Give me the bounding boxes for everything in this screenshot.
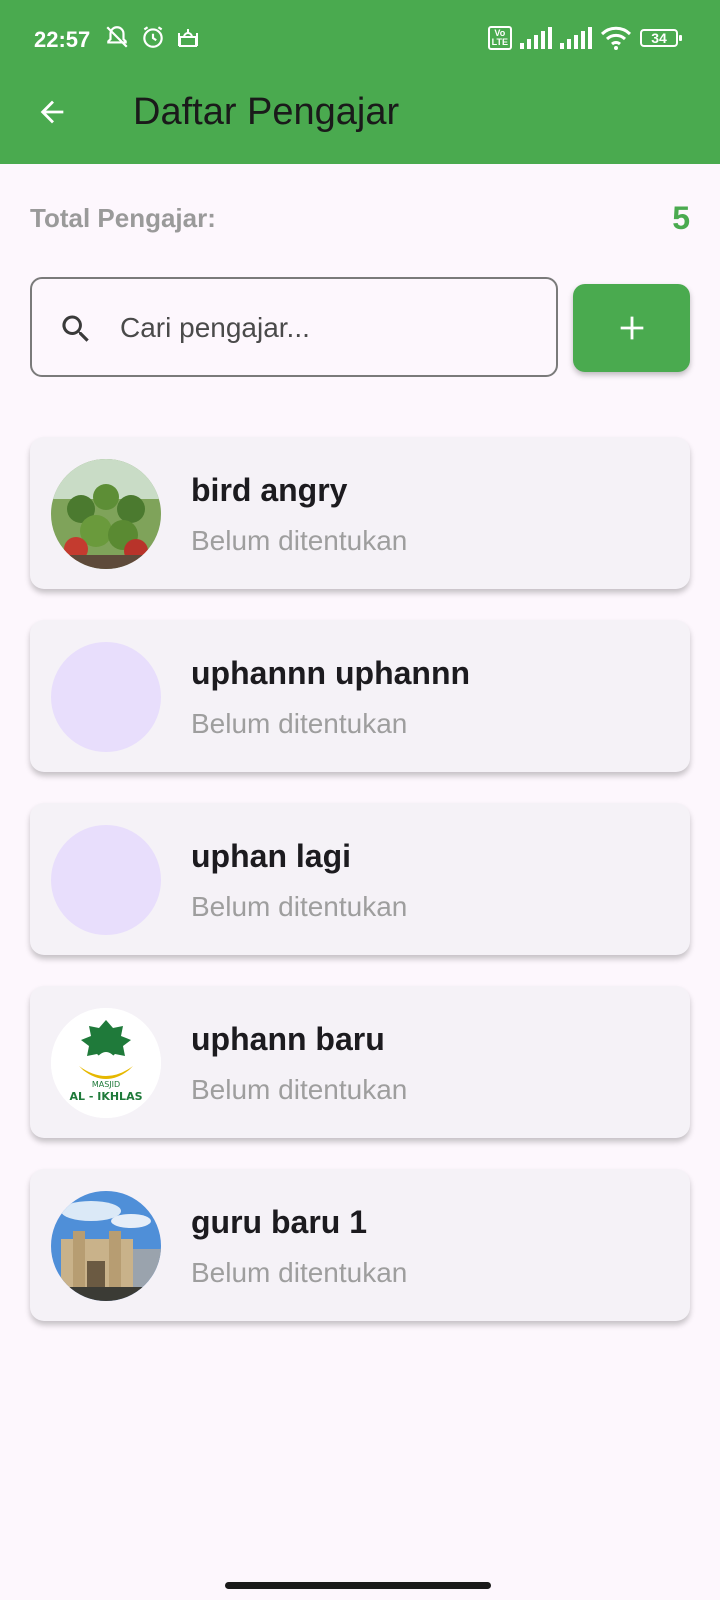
teacher-name: uphann baru <box>191 1021 385 1057</box>
volte-icon: Vo LTE <box>487 26 512 50</box>
search-input[interactable] <box>118 299 542 357</box>
total-value: 5 <box>672 200 690 236</box>
teacher-name: guru baru 1 <box>191 1204 368 1240</box>
teacher-card[interactable]: bird angry Belum ditentukan <box>30 437 690 589</box>
teacher-card[interactable]: uphannn uphannn Belum ditentukan <box>30 620 690 772</box>
avatar-bird-angry <box>51 459 161 569</box>
teacher-card[interactable]: uphan lagi Belum ditentukan <box>30 803 690 955</box>
back-button[interactable] <box>28 88 76 136</box>
search-box[interactable] <box>30 277 558 377</box>
status-right-icons: Vo LTE 34 <box>487 26 682 50</box>
wifi-icon <box>600 26 632 50</box>
teacher-card[interactable]: MASJID AL - IKHLAS uphann baru Belum dit… <box>30 986 690 1138</box>
battery-level: 34 <box>651 30 667 46</box>
logo-text-masjid: MASJID <box>92 1080 120 1089</box>
logo-text-al-ikhlas: AL - IKHLAS <box>69 1090 142 1103</box>
teacher-subtitle: Belum ditentukan <box>191 1074 408 1105</box>
teacher-card[interactable]: guru baru 1 Belum ditentukan <box>30 1169 690 1321</box>
arrow-left-icon <box>40 100 64 124</box>
alarm-icon <box>143 26 163 48</box>
add-teacher-button[interactable] <box>573 284 690 372</box>
teacher-subtitle: Belum ditentukan <box>191 525 408 556</box>
avatar-placeholder <box>51 825 161 935</box>
teacher-name: bird angry <box>191 472 348 508</box>
teacher-name: uphannn uphannn <box>191 655 471 691</box>
signal-icon-1 <box>520 27 552 49</box>
mute-icon <box>106 26 128 48</box>
app-bar: 22:57 Vo LTE 34 Daftar Pengajar <box>0 0 720 164</box>
plus-icon <box>620 316 643 340</box>
teacher-subtitle: Belum ditentukan <box>191 1257 408 1288</box>
signal-icon-2 <box>560 27 592 49</box>
page-title: Daftar Pengajar <box>133 91 400 133</box>
teacher-subtitle: Belum ditentukan <box>191 891 408 922</box>
teacher-name: uphan lagi <box>191 838 351 874</box>
total-label: Total Pengajar: <box>30 203 216 233</box>
avatar-masjid-logo: MASJID AL - IKHLAS <box>51 1008 161 1118</box>
search-icon <box>62 315 89 342</box>
status-time: 22:57 <box>34 27 91 52</box>
avatar-placeholder <box>51 642 161 752</box>
teacher-subtitle: Belum ditentukan <box>191 708 408 739</box>
battery-icon: 34 <box>640 29 682 47</box>
avatar-building-photo <box>51 1191 161 1301</box>
home-indicator[interactable] <box>225 1582 491 1589</box>
status-left-icons <box>104 24 200 50</box>
mosque-icon <box>178 29 198 47</box>
